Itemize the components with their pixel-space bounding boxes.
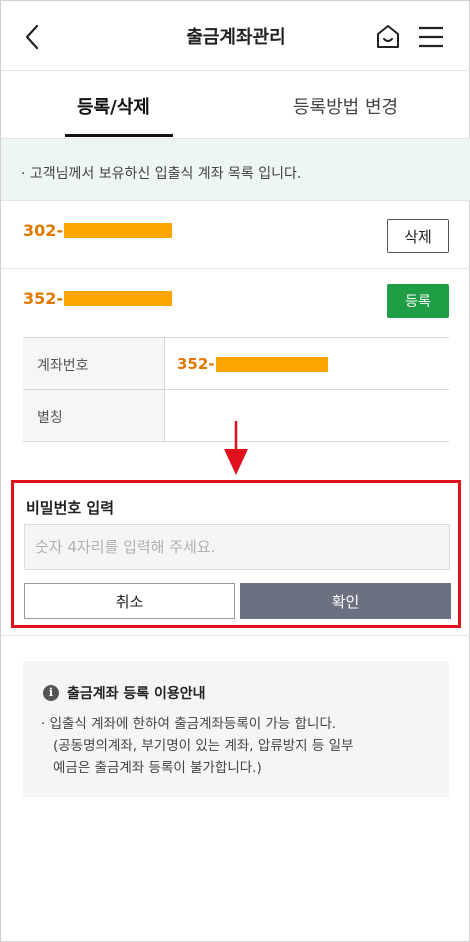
guide-title-text: 출금계좌 등록 이용안내 xyxy=(67,686,206,702)
section-divider xyxy=(1,635,470,636)
account-row: 302- 삭제 xyxy=(1,201,470,269)
home-icon xyxy=(377,25,399,48)
usage-guide-box: i 출금계좌 등록 이용안내 · 입출식 계좌에 한하여 출금계좌등록이 가능 … xyxy=(23,661,449,797)
account-number-value: 352- xyxy=(177,355,328,373)
masked-account-digits xyxy=(215,356,328,372)
tab-register-delete[interactable]: 등록/삭제 xyxy=(77,93,150,119)
detail-row-account: 계좌번호 352- xyxy=(23,338,449,390)
info-icon: i xyxy=(43,685,59,701)
arrow-down-icon xyxy=(224,421,248,475)
masked-account-digits xyxy=(64,291,173,306)
app-frame: 출금계좌관리 등록/삭제 등록방법 변경 · 고객님께서 보유하신 입출식 계좌… xyxy=(0,0,470,942)
password-entry-panel: 비밀번호 입력 취소 확인 xyxy=(11,480,461,628)
masked-account-digits xyxy=(64,223,173,238)
active-tab-indicator xyxy=(65,134,173,137)
hamburger-menu-icon xyxy=(419,26,443,48)
guide-body: · 입출식 계좌에 한하여 출금계좌등록이 가능 합니다. (공동명의계좌, 부… xyxy=(41,713,353,779)
account-number: 302- xyxy=(23,221,173,240)
notice-banner: · 고객님께서 보유하신 입출식 계좌 목록 입니다. xyxy=(1,139,470,201)
cancel-button[interactable]: 취소 xyxy=(24,583,235,619)
top-app-bar: 출금계좌관리 xyxy=(1,1,470,71)
confirm-button[interactable]: 확인 xyxy=(240,583,451,619)
account-row: 352- 등록 xyxy=(1,269,470,337)
tab-bar: 등록/삭제 등록방법 변경 xyxy=(1,71,470,139)
nickname-label: 별칭 xyxy=(23,390,165,441)
tab-change-method[interactable]: 등록방법 변경 xyxy=(293,93,398,119)
password-input[interactable] xyxy=(24,524,450,570)
account-prefix: 302- xyxy=(23,221,64,240)
home-button[interactable] xyxy=(375,23,401,51)
guide-line: (공동명의계좌, 부기명이 있는 계좌, 압류방지 등 일부 xyxy=(53,738,354,754)
guide-line: 예금은 출금계좌 등록이 불가합니다.) xyxy=(53,760,262,776)
account-prefix: 352- xyxy=(23,289,64,308)
notice-text: · 고객님께서 보유하신 입출식 계좌 목록 입니다. xyxy=(21,166,302,182)
guide-title: i 출금계좌 등록 이용안내 xyxy=(43,683,206,703)
register-button[interactable]: 등록 xyxy=(387,284,449,318)
account-number: 352- xyxy=(23,289,173,308)
menu-button[interactable] xyxy=(417,25,445,49)
delete-button[interactable]: 삭제 xyxy=(387,219,449,253)
account-number-label: 계좌번호 xyxy=(23,338,165,389)
guide-line: · 입출식 계좌에 한하여 출금계좌등록이 가능 합니다. xyxy=(41,716,337,732)
account-prefix: 352- xyxy=(177,355,215,373)
password-label: 비밀번호 입력 xyxy=(26,499,115,517)
